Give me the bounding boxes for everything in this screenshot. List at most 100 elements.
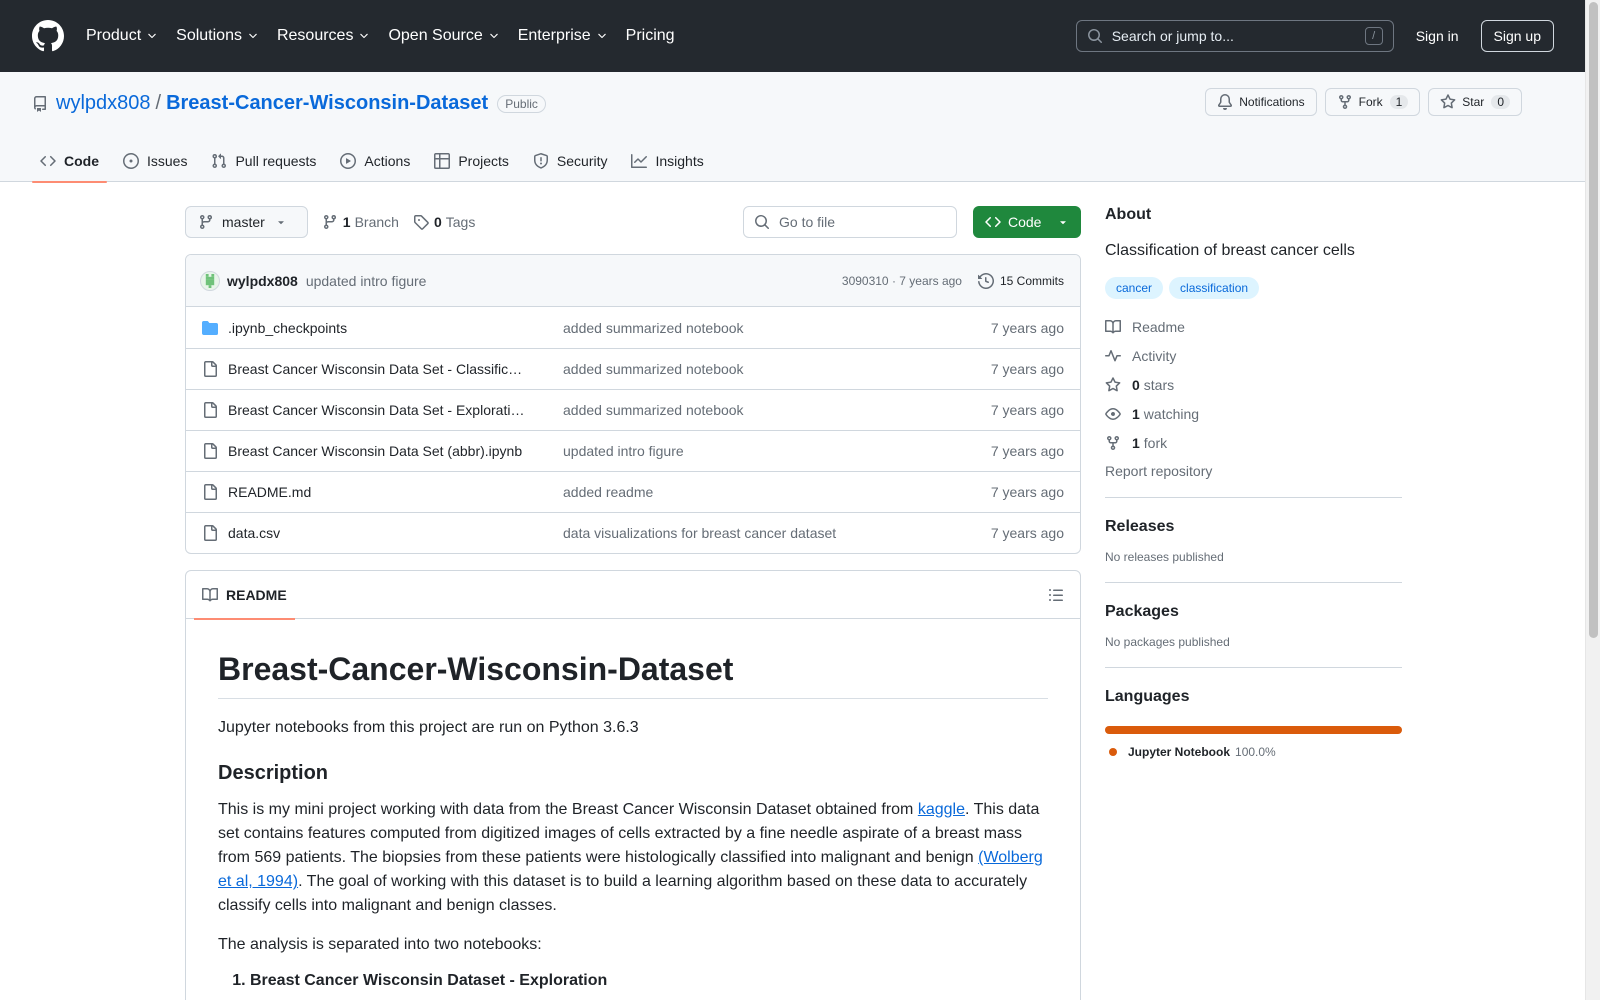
topic-tag[interactable]: classification [1169, 277, 1260, 299]
branch-selector-button[interactable]: master [185, 206, 308, 238]
report-repository-link[interactable]: Report repository [1105, 463, 1402, 479]
file-age: 7 years ago [990, 525, 1064, 541]
watchers-link[interactable]: 1 watching [1105, 406, 1402, 422]
sign-up-button[interactable]: Sign up [1480, 20, 1554, 52]
file-commit-message-link[interactable]: updated intro figure [563, 443, 991, 459]
global-search-input[interactable]: Search or jump to... / [1075, 20, 1394, 52]
list-unordered-icon[interactable] [1048, 587, 1064, 603]
forks-link[interactable]: 1 fork [1105, 435, 1402, 451]
file-row[interactable]: Breast Cancer Wisconsin Data Set (abbr).… [186, 430, 1080, 471]
readme-link[interactable]: Readme [1105, 319, 1402, 335]
triangle-down-icon [1060, 221, 1066, 225]
file-row[interactable]: Breast Cancer Wisconsin Data Set - Explo… [186, 389, 1080, 430]
file-icon [204, 525, 217, 541]
commit-author-link[interactable]: wylpdx808 [227, 273, 298, 289]
packages-heading[interactable]: Packages [1105, 603, 1402, 621]
stars-link[interactable]: 0 stars [1105, 377, 1402, 393]
nav-resources[interactable]: Resources [277, 27, 370, 45]
code-dropdown-button[interactable]: Code [973, 206, 1081, 238]
tab-issues[interactable]: Issues [115, 140, 195, 182]
file-row[interactable]: data.csv data visualizations for breast c… [186, 512, 1080, 553]
avatar[interactable] [200, 270, 220, 291]
star-button[interactable]: Star 0 [1428, 88, 1522, 116]
sign-in-link[interactable]: Sign in [1416, 28, 1459, 44]
readme-link-label: Readme [1132, 319, 1185, 335]
file-commit-message-link[interactable]: added summarized notebook [563, 320, 991, 336]
fork-button[interactable]: Fork 1 [1324, 88, 1421, 116]
tab-security[interactable]: Security [525, 140, 616, 182]
nav-product[interactable]: Product [86, 27, 158, 45]
nav-enterprise-label: Enterprise [517, 27, 591, 44]
watching-count: 1 [1132, 406, 1140, 422]
repo-owner-link[interactable]: wylpdx808 [56, 92, 151, 115]
tab-code[interactable]: Code [32, 140, 107, 183]
repo-path-separator: / [155, 92, 162, 114]
file-name-link[interactable]: Breast Cancer Wisconsin Data Set - Class… [228, 361, 528, 377]
commit-message-link[interactable]: updated intro figure [306, 273, 427, 289]
global-header: Product Solutions Resources Open Source … [0, 0, 1585, 72]
page-scrollbar[interactable] [1585, 0, 1600, 1000]
branches-link[interactable]: 1 Branch [322, 214, 399, 230]
scrollbar-thumb[interactable] [1589, 2, 1598, 638]
file-row[interactable]: .ipynb_checkpoints added summarized noteb… [186, 307, 1080, 348]
nav-solutions[interactable]: Solutions [176, 27, 259, 45]
notebook-list: Breast Cancer Wisconsin Dataset - Explor… [250, 972, 1048, 990]
tags-link[interactable]: 0 Tags [413, 214, 475, 230]
sidebar: About Classification of breast cancer ce… [1105, 206, 1402, 759]
eye-icon [1105, 408, 1121, 420]
file-row[interactable]: README.md added readme 7 years ago [186, 471, 1080, 512]
activity-link[interactable]: Activity [1105, 348, 1402, 364]
tab-code-label: Code [64, 153, 99, 169]
repo-name-link[interactable]: Breast-Cancer-Wisconsin-Dataset [166, 92, 488, 115]
tab-pull-requests[interactable]: Pull requests [203, 140, 324, 182]
file-name-link[interactable]: Breast Cancer Wisconsin Data Set - Explo… [228, 402, 528, 418]
repo-actions: Notifications Fork 1 Star 0 [1197, 88, 1522, 116]
file-row[interactable]: Breast Cancer Wisconsin Data Set - Class… [186, 348, 1080, 389]
readme-description: This is my mini project working with dat… [218, 798, 1048, 918]
search-icon [755, 215, 769, 229]
about-description: Classification of breast cancer cells [1105, 242, 1355, 259]
notifications-label: Notifications [1239, 95, 1305, 109]
chevron-down-icon [597, 33, 606, 39]
language-item[interactable]: Jupyter Notebook 100.0% [1105, 745, 1402, 759]
branch-name: master [222, 214, 265, 230]
notifications-button[interactable]: Notifications [1205, 88, 1317, 116]
chevron-down-icon [360, 33, 369, 39]
go-to-file-input[interactable]: Go to file [743, 206, 957, 238]
nav-pricing[interactable]: Pricing [626, 27, 675, 45]
releases-heading[interactable]: Releases [1105, 518, 1402, 536]
file-name-link[interactable]: README.md [228, 484, 528, 500]
tab-projects[interactable]: Projects [426, 140, 517, 182]
releases-empty-text: No releases published [1105, 550, 1224, 564]
commits-count-label: 15 Commits [999, 273, 1064, 288]
star-count: 0 [1491, 95, 1510, 109]
tab-insights[interactable]: Insights [623, 140, 711, 182]
packages-empty-text: No packages published [1105, 635, 1230, 649]
commit-hash-time[interactable]: 3090310 · 7 years ago [842, 274, 962, 288]
readme-tab[interactable]: README [194, 571, 295, 620]
file-commit-message-link[interactable]: data visualizations for breast cancer da… [563, 525, 991, 541]
readme-header: README [186, 571, 1080, 620]
tab-projects-label: Projects [458, 153, 509, 169]
tab-actions[interactable]: Actions [332, 140, 418, 182]
kaggle-link[interactable]: kaggle [918, 801, 965, 818]
commits-history-link[interactable]: 15 Commits [977, 272, 1064, 289]
stars-label: stars [1143, 377, 1175, 393]
file-name-link[interactable]: Breast Cancer Wisconsin Data Set (abbr).… [228, 443, 528, 459]
readme-intro: Jupyter notebooks from this project are … [218, 719, 639, 736]
file-commit-message-link[interactable]: added summarized notebook [563, 402, 991, 418]
tab-pull-requests-label: Pull requests [235, 153, 317, 169]
file-name-link[interactable]: data.csv [228, 525, 528, 541]
table-icon [434, 153, 451, 169]
github-logo-icon[interactable] [32, 20, 64, 52]
file-age: 7 years ago [990, 319, 1064, 336]
forks-label: fork [1143, 435, 1168, 451]
nav-enterprise[interactable]: Enterprise [518, 27, 608, 45]
nav-open-source[interactable]: Open Source [388, 27, 499, 45]
file-commit-message-link[interactable]: added readme [563, 484, 991, 500]
topic-tag[interactable]: cancer [1105, 277, 1164, 299]
file-age: 7 years ago [990, 402, 1064, 418]
file-name-link[interactable]: .ipynb_checkpoints [228, 320, 528, 336]
tag-icon [413, 215, 429, 230]
file-commit-message-link[interactable]: added summarized notebook [563, 361, 991, 377]
